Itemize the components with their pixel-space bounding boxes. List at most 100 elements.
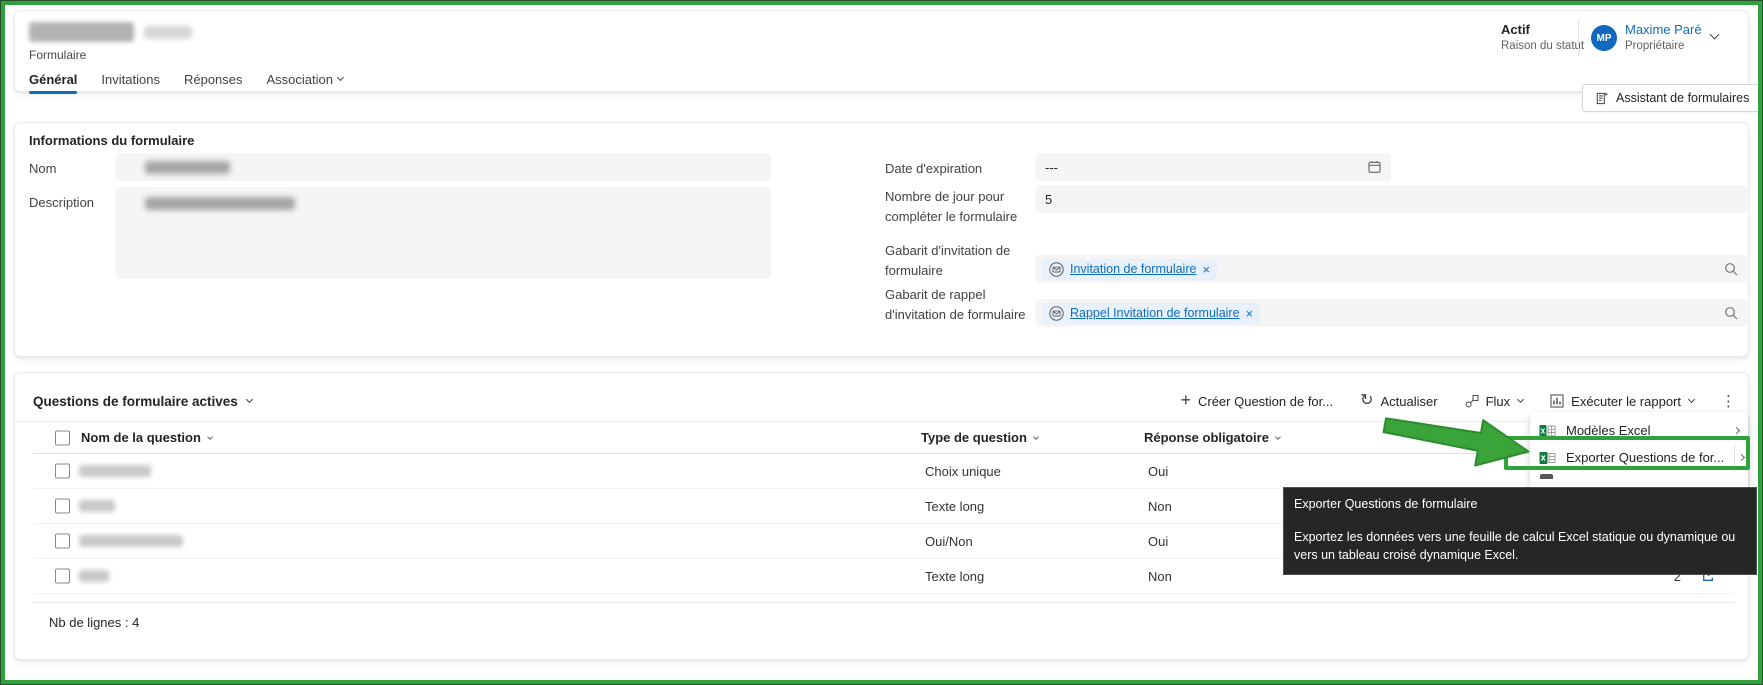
tab-invitations[interactable]: Invitations bbox=[101, 72, 160, 87]
entity-type-label: Formulaire bbox=[29, 48, 86, 62]
chevron-down-icon bbox=[1517, 396, 1524, 403]
row-count-label: Nb de lignes : 4 bbox=[49, 615, 139, 630]
refresh-label: Actualiser bbox=[1381, 394, 1438, 409]
view-title: Questions de formulaire actives bbox=[33, 394, 238, 409]
tab-reponses[interactable]: Réponses bbox=[184, 72, 243, 87]
cell-question-type: Texte long bbox=[925, 569, 984, 584]
row-checkbox[interactable] bbox=[55, 534, 70, 549]
sort-chevron-icon bbox=[207, 434, 213, 440]
menu-item-partial bbox=[1530, 471, 1748, 487]
form-assistant-label: Assistant de formulaires bbox=[1616, 91, 1749, 105]
cell-question-type: Oui/Non bbox=[925, 534, 973, 549]
row-checkbox[interactable] bbox=[55, 569, 70, 584]
search-icon[interactable] bbox=[1724, 262, 1738, 276]
run-report-label: Exécuter le rapport bbox=[1571, 394, 1681, 409]
tab-general[interactable]: Général bbox=[29, 72, 77, 87]
app-window: Formulaire Général Invitations Réponses … bbox=[0, 0, 1763, 685]
refresh-icon: ↻ bbox=[1360, 393, 1373, 409]
select-all-checkbox[interactable] bbox=[55, 430, 70, 445]
description-field[interactable] bbox=[115, 187, 771, 279]
tooltip-body: Exportez les données vers une feuille de… bbox=[1294, 528, 1746, 564]
gabarit-rappel-field[interactable]: Rappel Invitation de formulaire × bbox=[1035, 299, 1747, 327]
calendar-icon[interactable] bbox=[1367, 160, 1382, 175]
owner-caption: Propriétaire bbox=[1625, 40, 1702, 52]
chevron-down-icon bbox=[337, 74, 344, 81]
tab-label: Réponses bbox=[184, 72, 243, 87]
dismiss-icon[interactable]: × bbox=[1246, 307, 1254, 320]
chevron-down-icon bbox=[1688, 396, 1695, 403]
run-report-button[interactable]: Exécuter le rapport bbox=[1550, 394, 1694, 409]
cell-question-type: Choix unique bbox=[925, 464, 1001, 479]
owner-link[interactable]: Maxime Paré bbox=[1625, 22, 1702, 37]
column-header-obligatoire[interactable]: Réponse obligatoire bbox=[1144, 430, 1280, 445]
subgrid-toolbar: + Créer Question de for... ↻ Actualiser … bbox=[1180, 393, 1736, 409]
annotation-arrow-icon bbox=[1378, 414, 1536, 474]
refresh-button[interactable]: ↻ Actualiser bbox=[1360, 393, 1437, 409]
form-assistant-button[interactable]: Assistant de formulaires bbox=[1582, 84, 1761, 112]
annotation-highlight-box bbox=[1504, 436, 1750, 470]
tooltip: Exporter Questions de formulaire Exporte… bbox=[1283, 487, 1757, 575]
jours-value: 5 bbox=[1035, 192, 1052, 207]
sort-chevron-icon bbox=[1275, 434, 1281, 440]
jours-label: Nombre de jour pour compléter le formula… bbox=[885, 187, 1037, 227]
tab-label: Invitations bbox=[101, 72, 160, 87]
lookup-pill[interactable]: Rappel Invitation de formulaire × bbox=[1042, 303, 1260, 324]
search-icon[interactable] bbox=[1724, 306, 1738, 320]
redacted-question-name bbox=[79, 465, 151, 477]
cell-required: Non bbox=[1148, 569, 1172, 584]
report-icon bbox=[1550, 394, 1564, 408]
owner-block: Maxime Paré Propriétaire bbox=[1625, 22, 1702, 52]
row-checkbox[interactable] bbox=[55, 464, 70, 479]
create-question-button[interactable]: + Créer Question de for... bbox=[1180, 393, 1333, 409]
dismiss-icon[interactable]: × bbox=[1202, 263, 1210, 276]
cell-required: Non bbox=[1148, 499, 1172, 514]
date-expiration-field[interactable]: --- bbox=[1035, 153, 1391, 181]
sort-chevron-icon bbox=[1033, 434, 1039, 440]
tab-association[interactable]: Association bbox=[267, 72, 343, 87]
owner-avatar[interactable]: MP bbox=[1591, 25, 1617, 51]
create-question-label: Créer Question de for... bbox=[1198, 394, 1333, 409]
cell-required: Oui bbox=[1148, 534, 1168, 549]
record-header-card: Formulaire Général Invitations Réponses … bbox=[14, 10, 1749, 92]
date-expiration-label: Date d'expiration bbox=[885, 159, 1035, 179]
redacted-description-value bbox=[145, 197, 295, 210]
add-icon: + bbox=[1180, 391, 1191, 409]
date-expiration-value: --- bbox=[1035, 160, 1058, 175]
tab-label: Général bbox=[29, 72, 77, 87]
flow-label: Flux bbox=[1486, 394, 1511, 409]
tab-label: Association bbox=[267, 72, 333, 87]
more-icon: ⋮ bbox=[1721, 394, 1736, 409]
column-label: Nom de la question bbox=[81, 430, 201, 445]
status-caption: Raison du statut bbox=[1501, 40, 1584, 52]
lookup-link[interactable]: Invitation de formulaire bbox=[1070, 262, 1196, 276]
tooltip-title: Exporter Questions de formulaire bbox=[1294, 495, 1746, 513]
gabarit-invitation-label: Gabarit d'invitation de formulaire bbox=[885, 241, 1037, 281]
redacted-question-name bbox=[79, 535, 183, 547]
more-commands-button[interactable]: ⋮ bbox=[1721, 394, 1736, 409]
view-selector[interactable]: Questions de formulaire actives bbox=[33, 394, 252, 409]
lookup-pill[interactable]: Invitation de formulaire × bbox=[1042, 259, 1217, 280]
status-value: Actif bbox=[1501, 22, 1584, 37]
jours-field[interactable]: 5 bbox=[1035, 185, 1747, 213]
row-checkbox[interactable] bbox=[55, 499, 70, 514]
nom-label: Nom bbox=[29, 159, 119, 179]
gabarit-rappel-label: Gabarit de rappel d'invitation de formul… bbox=[885, 285, 1037, 325]
column-label: Type de question bbox=[921, 430, 1027, 445]
record-status: Actif Raison du statut bbox=[1501, 22, 1584, 52]
redacted-question-name bbox=[79, 570, 109, 582]
header-more-chevron-icon[interactable] bbox=[1710, 30, 1720, 40]
column-header-type[interactable]: Type de question bbox=[921, 430, 1038, 445]
lookup-link[interactable]: Rappel Invitation de formulaire bbox=[1070, 306, 1240, 320]
gabarit-invitation-field[interactable]: Invitation de formulaire × bbox=[1035, 255, 1747, 283]
form-assistant-icon bbox=[1594, 91, 1609, 106]
email-template-icon bbox=[1049, 262, 1064, 277]
cell-question-type: Texte long bbox=[925, 499, 984, 514]
flow-button[interactable]: Flux bbox=[1465, 394, 1524, 409]
nom-field[interactable] bbox=[115, 153, 771, 181]
flow-icon bbox=[1465, 394, 1479, 408]
column-label: Réponse obligatoire bbox=[1144, 430, 1269, 445]
form-info-section: Informations du formulaire Nom Descripti… bbox=[14, 122, 1749, 357]
column-header-nom[interactable]: Nom de la question bbox=[81, 430, 212, 445]
grid-bottom-divider bbox=[33, 602, 1734, 603]
section-title: Informations du formulaire bbox=[29, 133, 194, 148]
